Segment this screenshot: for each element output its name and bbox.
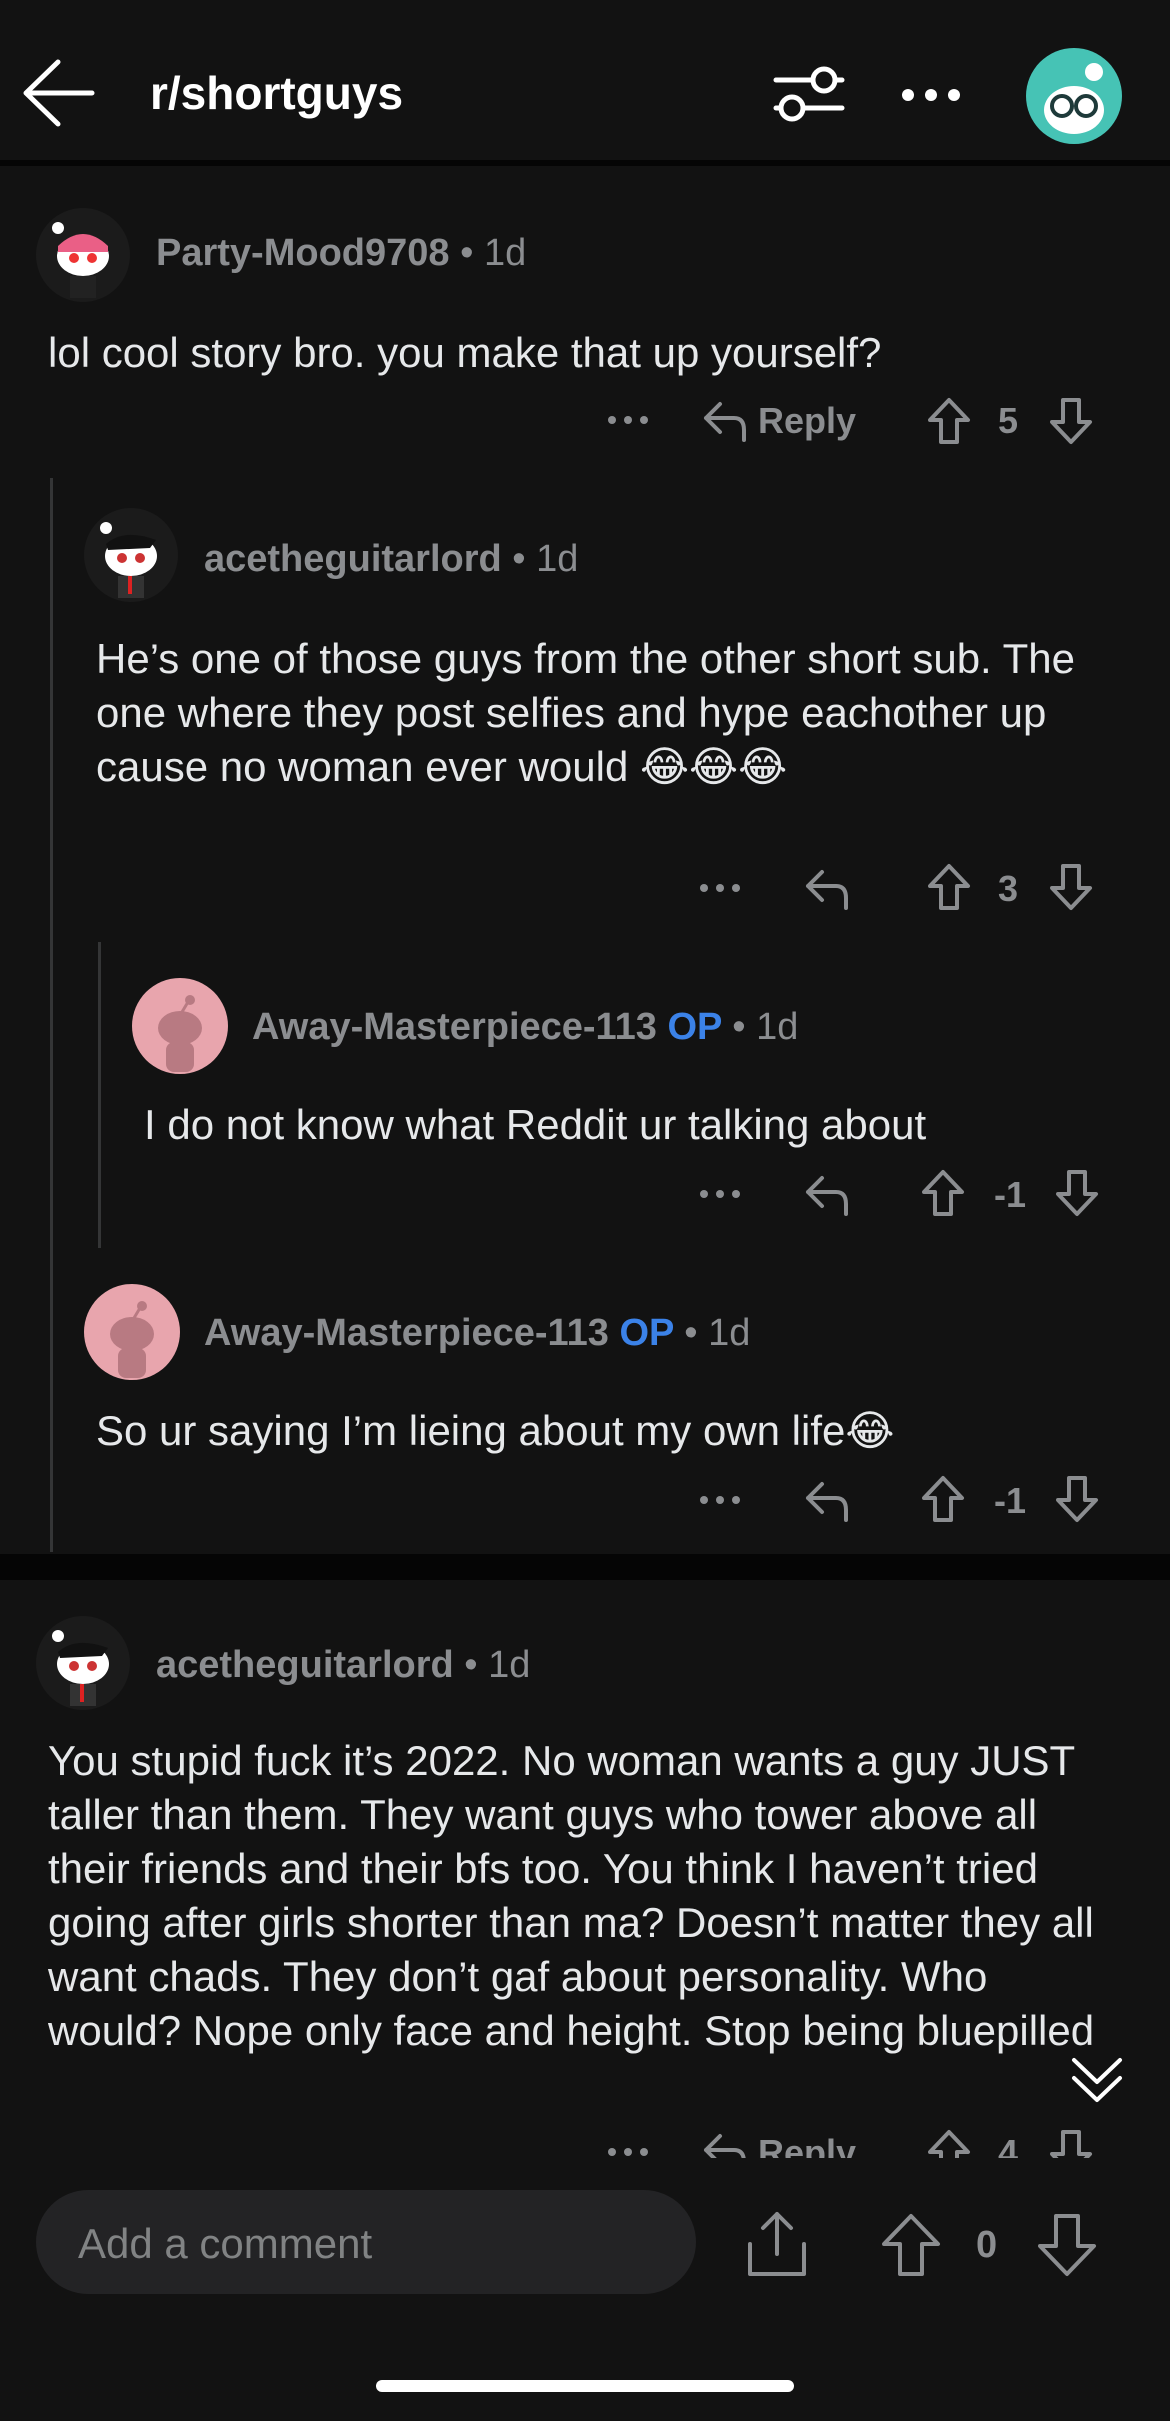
reply-icon[interactable] [702, 400, 748, 442]
upvote-icon[interactable] [926, 862, 972, 912]
commenter-avatar[interactable] [84, 508, 178, 602]
comment-text: So ur saying I’m lieing about my own lif… [96, 1407, 895, 1454]
author-name[interactable]: acetheguitarlord [204, 538, 502, 580]
upvote-icon[interactable] [920, 1474, 966, 1524]
downvote-icon[interactable] [1054, 1168, 1100, 1218]
comment-text: I do not know what Reddit ur talking abo… [144, 1101, 927, 1148]
downvote-icon[interactable] [1048, 862, 1094, 912]
author-name[interactable]: Party-Mood9708 [156, 232, 450, 274]
thread-line[interactable] [98, 942, 101, 1248]
reply-button[interactable]: Reply [758, 2132, 856, 2158]
more-options-icon[interactable] [698, 1188, 742, 1200]
more-options-icon[interactable] [900, 84, 962, 106]
comment-text: lol cool story bro. you make that up you… [48, 329, 882, 376]
upvote-icon[interactable] [920, 1168, 966, 1218]
thread-separator [0, 1554, 1170, 1580]
reply-icon[interactable] [702, 2132, 748, 2158]
commenter-avatar[interactable] [36, 208, 130, 302]
jump-next-icon[interactable] [1066, 2050, 1128, 2112]
author-name[interactable]: Away-Masterpiece-113 [204, 1312, 609, 1354]
comment-time: 1d [756, 1006, 799, 1048]
comment-time: 1d [483, 232, 527, 274]
comment-text: He’s one of those guys from the other sh… [96, 635, 1076, 790]
comment-meta: acetheguitarlord • 1d [204, 538, 579, 580]
reply-icon[interactable] [804, 1480, 850, 1522]
downvote-icon[interactable] [1048, 396, 1094, 446]
post-upvote-icon[interactable] [880, 2212, 942, 2278]
reply-button[interactable]: Reply [758, 400, 856, 442]
comment-actions: -1 [698, 1168, 1108, 1220]
commenter-avatar[interactable] [84, 1284, 180, 1380]
author-name[interactable]: Away-Masterpiece-113 [252, 1006, 657, 1048]
reply-icon[interactable] [804, 868, 850, 910]
comment-meta: Away-Masterpiece-113 OP • 1d [252, 1006, 799, 1048]
post-vote-score: 0 [976, 2224, 998, 2266]
reply-icon[interactable] [804, 1174, 850, 1216]
more-options-icon[interactable] [698, 882, 742, 894]
comment-actions: -1 [698, 1474, 1108, 1526]
comment-meta: Party-Mood9708 • 1d [156, 232, 527, 274]
upvote-icon[interactable] [926, 2128, 972, 2158]
downvote-icon[interactable] [1048, 2128, 1094, 2158]
vote-score: 3 [998, 868, 1019, 909]
comment-time: 1d [536, 538, 579, 580]
commenter-avatar[interactable] [36, 1616, 130, 1710]
comment-placeholder: Add a comment [78, 2220, 373, 2267]
back-arrow-icon[interactable] [22, 58, 96, 128]
vote-score: 4 [998, 2132, 1019, 2158]
more-options-icon[interactable] [606, 2146, 650, 2158]
share-icon[interactable] [744, 2210, 810, 2280]
comment-time: 1d [708, 1312, 751, 1354]
vote-score: 5 [998, 400, 1019, 441]
add-comment-input[interactable]: Add a comment [36, 2190, 696, 2294]
thread-line[interactable] [50, 478, 53, 1552]
more-options-icon[interactable] [606, 414, 650, 426]
comment-time: 1d [488, 1644, 531, 1686]
op-badge: OP [667, 1006, 722, 1048]
filter-sort-icon[interactable] [772, 62, 846, 126]
user-avatar[interactable] [1026, 48, 1122, 144]
vote-score: -1 [994, 1174, 1027, 1215]
op-badge: OP [619, 1312, 674, 1354]
comment-actions: 3 [698, 862, 1108, 914]
more-options-icon[interactable] [698, 1494, 742, 1506]
upvote-icon[interactable] [926, 396, 972, 446]
author-name[interactable]: acetheguitarlord [156, 1644, 454, 1686]
vote-score: -1 [994, 1480, 1027, 1521]
commenter-avatar[interactable] [132, 978, 228, 1074]
home-indicator [376, 2380, 794, 2392]
comment-meta: acetheguitarlord • 1d [156, 1644, 531, 1686]
post-downvote-icon[interactable] [1036, 2212, 1098, 2278]
downvote-icon[interactable] [1054, 1474, 1100, 1524]
top-nav-bar: r/shortguys [0, 0, 1170, 166]
comment-text: You stupid fuck it’s 2022. No woman want… [48, 1737, 1095, 2054]
subreddit-title[interactable]: r/shortguys [150, 66, 403, 120]
comment-actions: Reply 4 [606, 2128, 1106, 2158]
comment-actions: Reply 5 [606, 396, 1106, 448]
comment-meta: Away-Masterpiece-113 OP • 1d [204, 1312, 751, 1354]
